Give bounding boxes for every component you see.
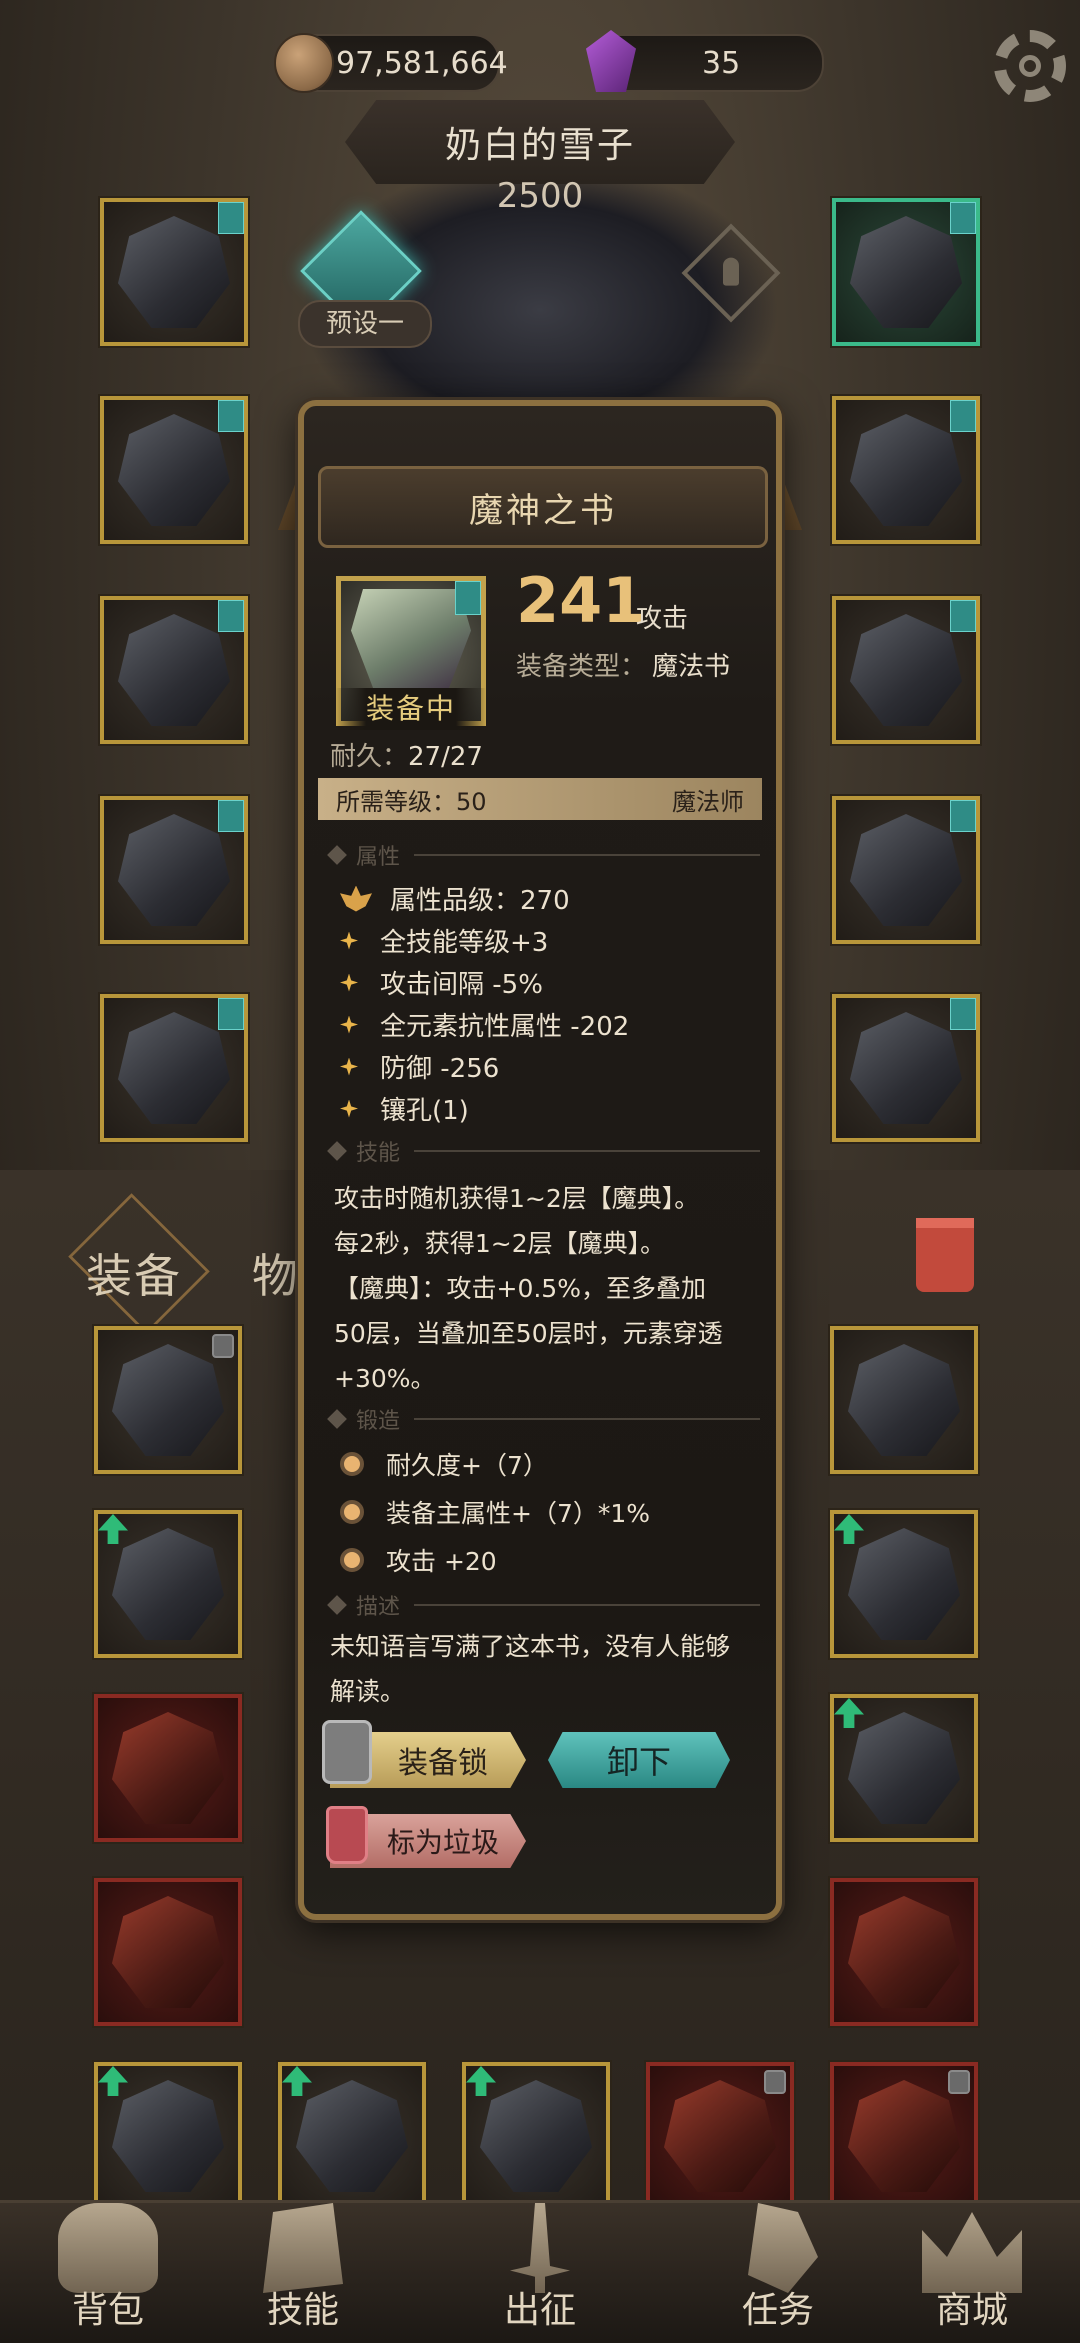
junk-icon [326,1806,368,1864]
unequip-button[interactable]: 卸下 [548,1732,730,1788]
gem-icon [586,30,636,92]
inventory-item[interactable] [828,1876,980,2028]
attribute-row: 防御 -256 [340,1048,499,1085]
equip-slot-shoulder[interactable] [830,394,982,546]
scroll-icon [748,2203,818,2293]
section-forge: 锻造 [327,1404,760,1434]
inventory-item[interactable] [92,1324,244,1476]
coin-amount: 97,581,664 [336,45,508,81]
top-bar: 97,581,664 35 [0,28,1080,102]
bag-icon [58,2203,158,2293]
nav-bag[interactable]: 背包 [0,2203,216,2343]
forge-dot-icon [340,1500,364,1524]
lotus-icon [340,885,372,912]
preset-label[interactable]: 预设一 [298,300,432,348]
nav-quests[interactable]: 任务 [670,2203,886,2343]
inventory-item[interactable] [276,2060,428,2212]
gem-counter: 35 [586,30,824,92]
nav-skills[interactable]: 技能 [195,2203,411,2343]
attribute-row: 攻击间隔 -5% [340,964,543,1001]
equip-slot-helmet[interactable] [98,196,250,348]
durability-value: 27/27 [408,742,483,772]
character-name: 奶白的雪子 [444,125,635,166]
nav-shop[interactable]: 商城 [864,2203,1080,2343]
required-class: 魔法师 [672,787,744,816]
character-power: 2500 [496,176,584,216]
attribute-row: 全元素抗性属性 -202 [340,1006,629,1043]
equip-slot-pants[interactable] [98,794,250,946]
tab-equipment[interactable]: 装备 [86,1240,182,1306]
attribute-row: 全技能等级+3 [340,922,548,959]
star-icon [340,1015,358,1034]
equip-slot-armor[interactable] [98,394,250,546]
equip-slot-weapon[interactable] [830,794,982,946]
star-icon [340,1099,358,1118]
skill-book-icon [263,2203,343,2293]
equip-slot-offhand[interactable] [830,992,982,1144]
star-icon [340,1057,358,1076]
requirement-bar: 所需等级：50 魔法师 [318,778,762,820]
equipped-badge: 装备中 [336,688,486,730]
inventory-item[interactable] [92,2060,244,2212]
forge-dot-icon [340,1548,364,1572]
attack-value: 241 [516,564,646,637]
inventory-item[interactable] [828,2060,980,2212]
forge-row: 攻击 +20 [340,1542,497,1578]
item-tag-icon [455,581,481,615]
equipment-type: 装备类型： 魔法书 [516,652,731,682]
equip-slot-gloves[interactable] [98,594,250,746]
coin-icon [274,33,334,93]
section-description: 描述 [327,1590,760,1620]
inventory-item[interactable] [92,1876,244,2028]
crown-icon [922,2212,1022,2293]
equip-slot-boots[interactable] [98,992,250,1144]
item-flavor-text: 未知语言写满了这本书，没有人能够 解读。 [330,1632,731,1706]
inventory-item[interactable] [644,2060,796,2212]
equip-slot-ring[interactable] [830,594,982,746]
equip-slot-necklace[interactable] [830,196,982,348]
coin-counter: 97,581,664 [274,33,508,93]
character-name-banner: 奶白的雪子 [345,100,735,184]
popup-title-bar: 魔神之书 [318,466,768,548]
gear-icon[interactable] [994,30,1066,102]
lock-icon [322,1720,372,1784]
sword-icon [510,2203,570,2293]
forge-row: 耐久度+（7） [340,1446,548,1482]
inventory-item[interactable] [828,1508,980,1660]
equipment-type-value: 魔法书 [652,652,731,682]
trash-icon[interactable] [916,1218,974,1292]
skill-description: 攻击时随机获得1~2层【魔典】。 每2秒，获得1~2层【魔典】。 【魔典】：攻击… [334,1184,723,1393]
inventory-item[interactable] [460,2060,612,2212]
bottom-nav: 背包 技能 出征 任务 商城 [0,2200,1080,2343]
durability: 耐久：27/27 [330,742,483,772]
attack-label: 攻击 [636,604,689,634]
section-attributes: 属性 [327,840,760,870]
star-icon [340,931,358,950]
forge-dot-icon [340,1452,364,1476]
spellbook-icon [351,589,471,693]
forge-row: 装备主属性+（7）*1% [340,1494,650,1530]
required-level: 所需等级：50 [336,787,487,816]
star-icon [340,973,358,992]
inventory-item[interactable] [92,1692,244,1844]
item-name: 魔神之书 [469,490,617,531]
nav-expedition[interactable]: 出征 [432,2203,648,2343]
inventory-item[interactable] [92,1508,244,1660]
attribute-grade: 属性品级：270 [340,880,570,917]
inventory-item[interactable] [828,1692,980,1844]
gem-amount: 35 [702,45,741,81]
inventory-item[interactable] [828,1324,980,1476]
section-skills: 技能 [327,1136,760,1166]
attribute-row: 镶孔(1) [340,1090,469,1127]
